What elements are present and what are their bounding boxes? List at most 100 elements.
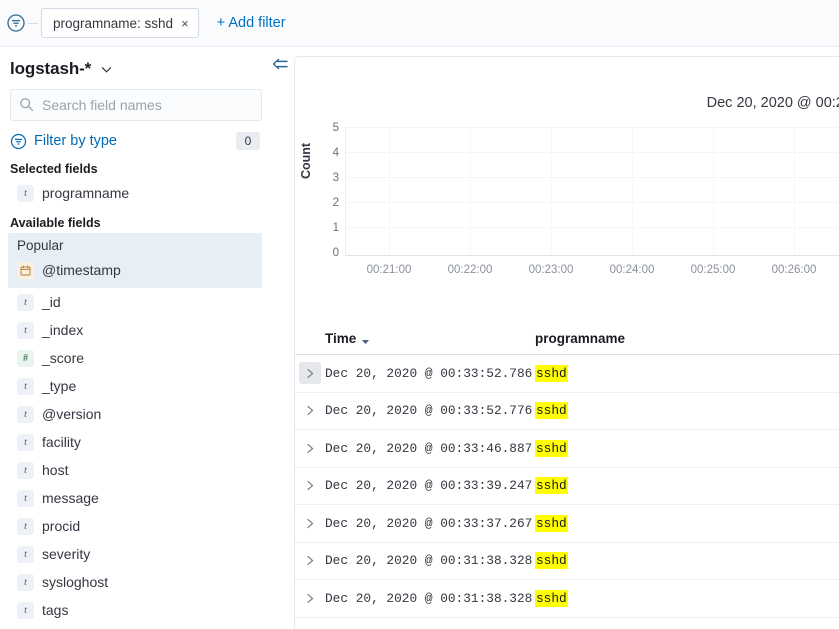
filter-pill-label: programname: sshd bbox=[53, 15, 174, 31]
filter-bar: programname: sshd × + Add filter bbox=[0, 0, 839, 47]
filter-by-type-label[interactable]: Filter by type bbox=[34, 133, 117, 149]
table-row[interactable]: Dec 20, 2020 @ 00:33:52.786 sshd bbox=[295, 355, 839, 393]
table-row[interactable]: Dec 20, 2020 @ 00:31:38.328 sshd bbox=[295, 543, 839, 580]
field-label: _id bbox=[42, 294, 61, 310]
selected-fields-title: Selected fields bbox=[10, 162, 98, 176]
gridline bbox=[346, 227, 839, 228]
field-sidebar: logstash-* Search field names Filter by … bbox=[0, 47, 272, 629]
y-tick: 2 bbox=[332, 197, 339, 209]
field-label: facility bbox=[42, 434, 81, 450]
field-item-version[interactable]: t @version bbox=[8, 400, 262, 428]
field-item-host[interactable]: t host bbox=[8, 456, 262, 484]
filter-connector bbox=[28, 22, 38, 24]
cell-programname: sshd bbox=[535, 552, 839, 570]
collapse-sidebar-icon[interactable] bbox=[270, 54, 292, 74]
selected-fields-list: t programname bbox=[8, 179, 262, 207]
field-item-_index[interactable]: t _index bbox=[8, 316, 262, 344]
highlighted-term: sshd bbox=[535, 439, 568, 457]
highlighted-term: sshd bbox=[535, 514, 568, 532]
table-row[interactable]: Dec 20, 2020 @ 00:33:39.247 sshd bbox=[295, 468, 839, 505]
highlighted-term: sshd bbox=[535, 589, 568, 607]
field-item-timestamp[interactable]: @timestamp bbox=[8, 256, 262, 284]
chevron-right-icon bbox=[306, 443, 315, 454]
available-fields-list: t _id t _index # _score t _type t @versi… bbox=[8, 288, 262, 624]
field-label: tags bbox=[42, 602, 69, 618]
histogram-chart: Count 5 4 3 2 1 0 00:21:00 00:22:00 00:2… bbox=[295, 122, 839, 276]
gridline bbox=[470, 127, 471, 255]
field-item-message[interactable]: t message bbox=[8, 484, 262, 512]
field-item-sysloghost[interactable]: t sysloghost bbox=[8, 568, 262, 596]
expand-row-button[interactable] bbox=[299, 550, 321, 572]
chevron-down-icon[interactable] bbox=[100, 63, 113, 76]
field-label: _type bbox=[42, 378, 77, 394]
field-item-tags[interactable]: t tags bbox=[8, 596, 262, 624]
table-row[interactable]: Dec 20, 2020 @ 00:31:38.328 sshd bbox=[295, 580, 839, 618]
table-row[interactable]: Dec 20, 2020 @ 00:33:52.776 sshd bbox=[295, 393, 839, 430]
y-tick: 0 bbox=[332, 247, 339, 259]
filter-pill-programname[interactable]: programname: sshd × bbox=[41, 8, 199, 38]
expand-row-button[interactable] bbox=[299, 587, 321, 609]
field-item-severity[interactable]: t severity bbox=[8, 540, 262, 568]
gridline bbox=[346, 202, 839, 203]
cell-time: Dec 20, 2020 @ 00:31:38.328 bbox=[325, 590, 533, 606]
field-label: sysloghost bbox=[42, 574, 109, 590]
field-label: host bbox=[42, 462, 69, 478]
kibana-discover-page: programname: sshd × + Add filter logstas… bbox=[0, 0, 839, 629]
y-axis-ticks: 5 4 3 2 1 0 bbox=[317, 122, 339, 259]
field-item-programname[interactable]: t programname bbox=[8, 179, 262, 207]
expand-row-button[interactable] bbox=[299, 475, 321, 497]
cell-programname: sshd bbox=[535, 439, 839, 457]
gridline bbox=[632, 127, 633, 255]
sort-descending-icon[interactable] bbox=[361, 334, 370, 344]
column-header-programname[interactable]: programname bbox=[535, 331, 839, 346]
popular-label: Popular bbox=[17, 238, 64, 253]
x-tick: 00:24:00 bbox=[609, 264, 655, 276]
expand-row-button[interactable] bbox=[299, 362, 321, 385]
y-tick: 3 bbox=[332, 172, 339, 184]
string-field-icon: t bbox=[17, 405, 34, 423]
field-item-_type[interactable]: t _type bbox=[8, 372, 262, 400]
gridline bbox=[551, 127, 552, 255]
field-label: @version bbox=[42, 406, 102, 422]
string-field-icon: t bbox=[17, 184, 34, 202]
search-field-names-wrapper bbox=[10, 89, 262, 121]
column-header-label: Time bbox=[325, 331, 357, 346]
x-tick: 00:23:00 bbox=[528, 264, 574, 276]
field-label: severity bbox=[42, 546, 91, 562]
y-axis-label: Count bbox=[299, 142, 313, 179]
string-field-icon: t bbox=[17, 573, 34, 591]
popular-fields-group: Popular @timestamp bbox=[8, 233, 262, 288]
highlighted-term: sshd bbox=[535, 477, 568, 495]
table-row[interactable]: Dec 20, 2020 @ 00:33:37.267 sshd bbox=[295, 505, 839, 543]
expand-cell bbox=[295, 437, 325, 459]
string-field-icon: t bbox=[17, 489, 34, 507]
x-tick: 00:21:00 bbox=[366, 264, 412, 276]
field-item-facility[interactable]: t facility bbox=[8, 428, 262, 456]
index-pattern-selector[interactable]: logstash-* bbox=[8, 47, 262, 89]
cell-time: Dec 20, 2020 @ 00:33:52.776 bbox=[325, 403, 533, 419]
close-icon[interactable]: × bbox=[181, 17, 189, 30]
cell-time: Dec 20, 2020 @ 00:31:38.328 bbox=[325, 553, 533, 569]
column-header-time[interactable]: Time bbox=[325, 331, 535, 346]
field-label: message bbox=[42, 490, 99, 506]
field-item-_id[interactable]: t _id bbox=[8, 288, 262, 316]
histogram-plot-area[interactable]: 00:21:00 00:22:00 00:23:00 00:24:00 00:2… bbox=[345, 127, 839, 276]
y-tick: 1 bbox=[332, 222, 339, 234]
expand-row-button[interactable] bbox=[299, 512, 321, 534]
table-row[interactable]: Dec 20, 2020 @ 00:33:46.887 sshd bbox=[295, 430, 839, 468]
documents-table: Time programname Dec 20, 2020 @ 00:33:52… bbox=[295, 323, 839, 618]
add-filter-button[interactable]: + Add filter bbox=[217, 15, 286, 31]
string-field-icon: t bbox=[17, 461, 34, 479]
popular-fields-list: @timestamp bbox=[8, 256, 262, 284]
expand-row-button[interactable] bbox=[299, 400, 321, 422]
cell-programname: sshd bbox=[535, 477, 839, 495]
search-input[interactable] bbox=[10, 89, 262, 121]
field-item-_score[interactable]: # _score bbox=[8, 344, 262, 372]
x-tick: 00:25:00 bbox=[690, 264, 736, 276]
expand-cell bbox=[295, 475, 325, 497]
filter-circle-icon[interactable] bbox=[6, 13, 26, 33]
field-item-procid[interactable]: t procid bbox=[8, 512, 262, 540]
expand-row-button[interactable] bbox=[299, 437, 321, 459]
filter-by-type-row[interactable]: Filter by type 0 bbox=[10, 129, 260, 153]
chart-title: Dec 20, 2020 @ 00:21: bbox=[706, 95, 839, 111]
